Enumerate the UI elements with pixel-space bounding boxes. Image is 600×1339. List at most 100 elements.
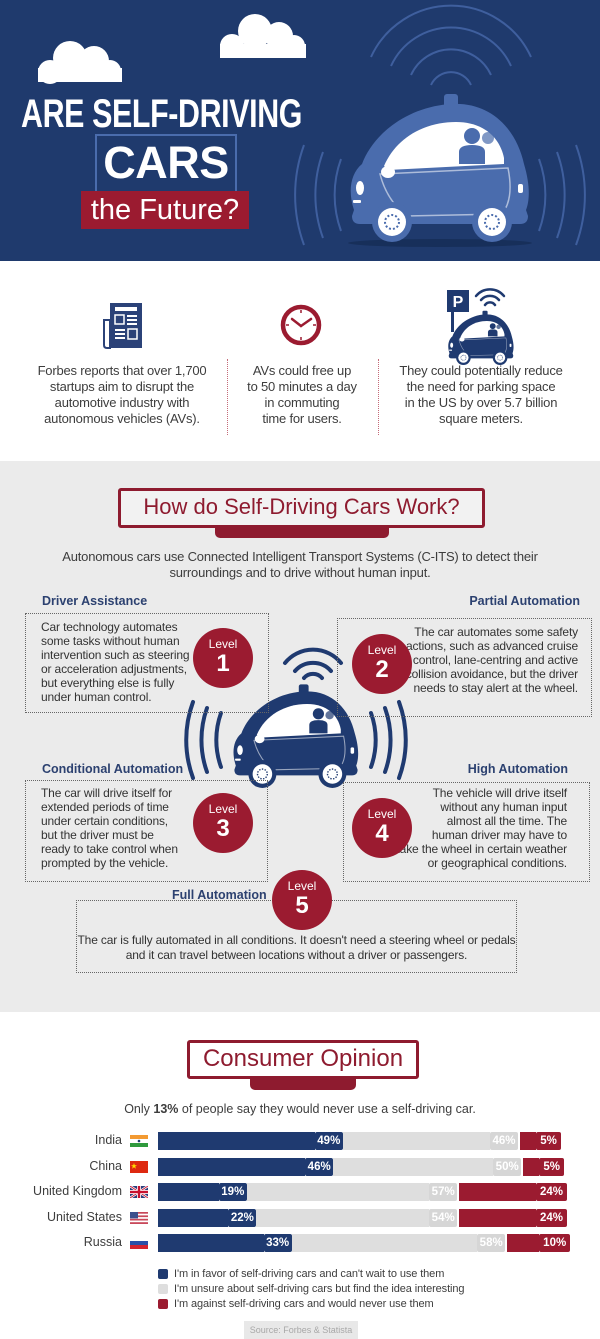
against-value-label: 10% (539, 1234, 571, 1252)
text-line: human driver may have to (431, 828, 567, 842)
bar-row: United States 22% 54% 24% (0, 1208, 600, 1227)
against-segment (507, 1234, 540, 1252)
how-it-works-section: How do Self-Driving Cars Work? Autonomou… (0, 461, 600, 1012)
level-4-description: The vehicle will drive itself without an… (397, 786, 568, 870)
text-line: ready to take control when (41, 842, 178, 856)
text-line: intervention such as steering (41, 648, 190, 662)
badge-number: 2 (375, 656, 389, 683)
level-2-badge: Level 2 (352, 634, 412, 694)
level-1-heading: Driver Assistance (42, 594, 148, 608)
text-line: The car is fully automated in all condit… (77, 933, 516, 947)
uk-flag-icon (130, 1186, 148, 1198)
stat-line: time for users. (262, 411, 342, 426)
car-shadow (348, 239, 532, 247)
level-5-description: The car is fully automated in all condit… (76, 933, 517, 963)
text-line: under human control. (41, 690, 152, 704)
stat-line: square meters. (439, 411, 523, 426)
infographic-page: ARE SELF-DRIVING CARS the Future? P Forb… (0, 0, 600, 1339)
unsure-value-label: 46% (490, 1132, 518, 1150)
against-segment (459, 1208, 536, 1227)
source-note: Source: Forbes & Statista (244, 1321, 358, 1339)
unsure-value-label: 58% (477, 1234, 506, 1252)
newspaper-icon (103, 303, 142, 349)
text-line: The car will drive itself for (41, 786, 173, 800)
against-segment (523, 1157, 540, 1176)
stat-line: automotive industry with (54, 395, 190, 410)
favor-value-label: 22% (228, 1208, 257, 1227)
unsure-segment (333, 1157, 494, 1176)
unsure-segment (291, 1234, 478, 1252)
badge-number: 3 (216, 815, 230, 842)
stat-line: startups aim to disrupt the (49, 379, 195, 394)
country-label: Russia (83, 1235, 122, 1249)
self-driving-car-icon (349, 93, 530, 242)
text-line: actions, such as advanced cruise (406, 639, 578, 653)
title-line-1: ARE SELF-DRIVING (21, 92, 303, 136)
level-3-heading: Conditional Automation (42, 762, 184, 776)
stat-line: AVs could free up (252, 363, 352, 378)
bar-row: India 49% 46% 5% (0, 1132, 600, 1150)
against-segment (520, 1132, 536, 1150)
unsure-segment (246, 1183, 430, 1201)
parking-car-icon: P (447, 288, 514, 365)
level-2-heading: Partial Automation (469, 594, 580, 608)
favor-segment (158, 1234, 264, 1252)
against-value-label: 24% (536, 1183, 567, 1201)
bar-row: United Kingdom 19% 57% 24% (0, 1183, 600, 1201)
title-line-3: the Future? (90, 194, 240, 226)
favor-value-label: 46% (305, 1157, 334, 1176)
wifi-signal-icon (283, 647, 343, 680)
badge-number: 1 (216, 650, 230, 677)
text-line: needs to stay alert at the wheel. (413, 681, 579, 695)
consumer-opinion-section: Consumer Opinion Only 13% of people say … (0, 1012, 600, 1339)
cloud-icon (38, 41, 122, 84)
text-line: and it can travel between locations with… (125, 948, 468, 962)
level-2-description: The car automates some safety actions, s… (406, 625, 578, 695)
level-1-description: Car technology automates some tasks with… (41, 620, 190, 704)
text-line: Car technology automates (41, 620, 178, 634)
favor-value-label: 19% (218, 1183, 247, 1201)
against-value-label: 24% (536, 1208, 567, 1227)
china-flag-icon (130, 1160, 148, 1173)
badge-number: 5 (295, 892, 309, 919)
favor-segment (158, 1157, 306, 1176)
legend-swatch-gray (158, 1284, 168, 1294)
hero-banner: ARE SELF-DRIVING CARS the Future? (0, 0, 600, 261)
stat-line: to 50 minutes a day (247, 379, 357, 394)
text-line: without any human input (440, 800, 567, 814)
unsure-value-label: 57% (429, 1183, 458, 1201)
stat-line: They could potentially reduce (399, 363, 563, 378)
bar-row: Russia 33% 58% 10% (0, 1234, 600, 1252)
legend-swatch-navy (158, 1269, 168, 1279)
text-line: extended periods of time (41, 800, 169, 814)
stat-startups: Forbes reports that over 1,700 startups … (12, 363, 232, 427)
favor-value-label: 49% (314, 1132, 343, 1150)
country-label: China (89, 1158, 122, 1173)
country-label: United States (46, 1209, 122, 1224)
unsure-segment (342, 1132, 490, 1150)
india-flag-icon (130, 1135, 148, 1147)
favor-value-label: 33% (263, 1234, 292, 1252)
favor-segment (158, 1183, 219, 1201)
text-line: under certain conditions, (41, 814, 168, 828)
country-label: India (94, 1133, 122, 1147)
clock-icon (280, 304, 322, 346)
against-value-label: 5% (539, 1157, 565, 1176)
stats-section: P Forbes reports that over 1,700 startup… (0, 261, 600, 461)
unsure-segment (256, 1208, 430, 1227)
cloud-icon (220, 14, 306, 58)
badge-number: 4 (375, 820, 389, 847)
stat-commute-time: AVs could free up to 50 minutes a day in… (227, 363, 377, 427)
text-line: or acceleration adjustments, (41, 662, 187, 676)
legend-swatch-red (158, 1299, 168, 1309)
level-3-description: The car will drive itself for extended p… (41, 786, 178, 870)
text-line: collision avoidance, but the driver (405, 667, 578, 681)
parking-sign-letter: P (453, 294, 464, 311)
text-line: prompted by the vehicle. (41, 856, 169, 870)
against-value-label: 5% (536, 1132, 561, 1150)
level-5-badge: Level 5 (272, 870, 332, 930)
text-line: almost all the time. The (446, 814, 567, 828)
us-flag-icon (130, 1211, 148, 1224)
title-line-2: CARS (103, 137, 229, 188)
country-label: United Kingdom (33, 1184, 122, 1198)
